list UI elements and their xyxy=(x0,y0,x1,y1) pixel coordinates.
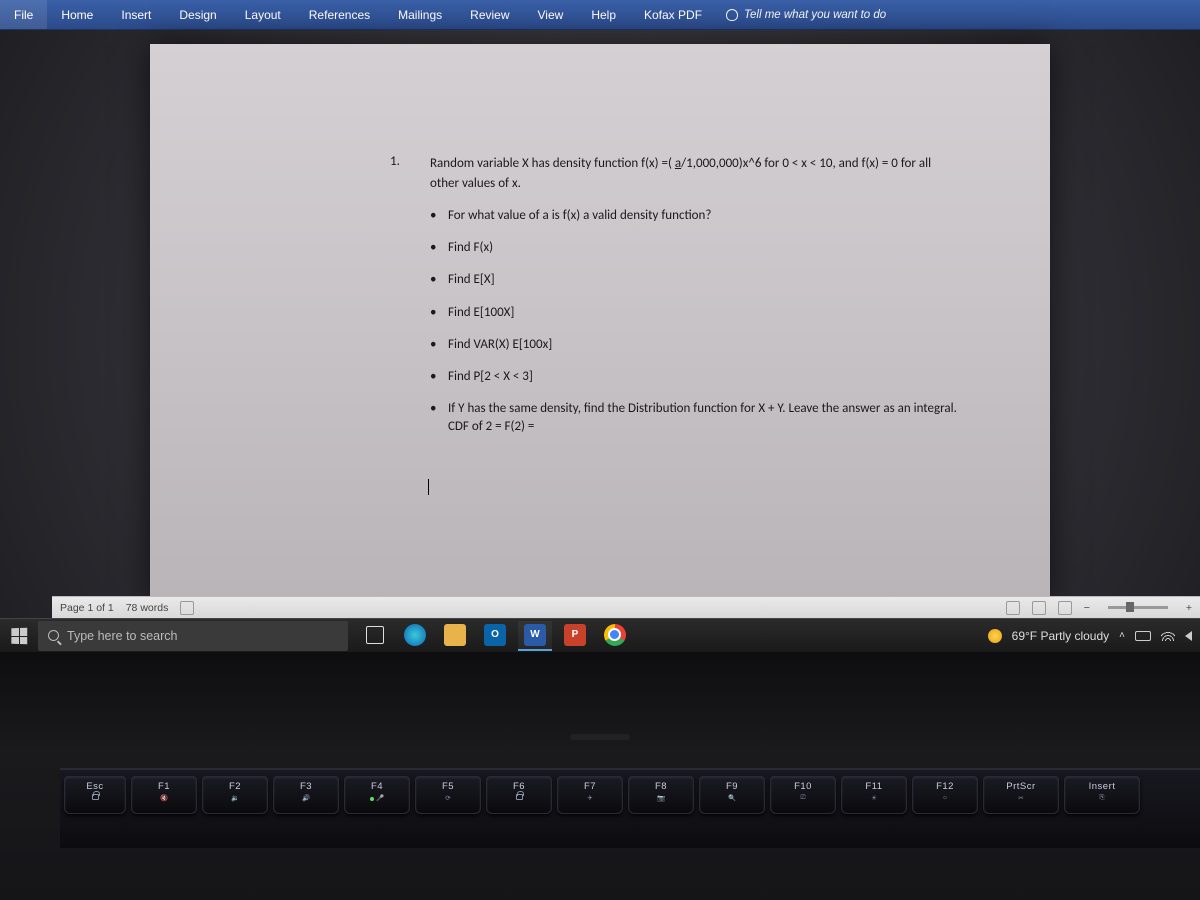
search-icon xyxy=(48,630,59,641)
bullet-7: If Y has the same density, find the Dist… xyxy=(430,400,970,436)
tab-kofax-pdf[interactable]: Kofax PDF xyxy=(630,0,716,29)
zoom-plus[interactable]: + xyxy=(1186,602,1192,614)
lock-icon-2 xyxy=(516,794,523,800)
physical-keyboard: Esc F1🔇 F2🔉 F3🔊 F4🎤 F5⟳ F6 F7✈ F8📷 F9🔍 F… xyxy=(60,768,1200,848)
tab-mailings[interactable]: Mailings xyxy=(384,0,456,29)
weather-icon xyxy=(988,629,1002,643)
zoom-slider[interactable] xyxy=(1108,606,1168,609)
bullet-1: For what value of a is f(x) a valid dens… xyxy=(430,207,970,225)
key-f2: F2🔉 xyxy=(202,776,268,814)
taskbar-apps: O W P xyxy=(358,621,632,651)
edge-icon xyxy=(404,624,426,646)
key-insert: Insert⎘ xyxy=(1064,776,1140,814)
document-page[interactable]: 1. Random variable X has density functio… xyxy=(150,44,1050,604)
read-mode-icon[interactable] xyxy=(1006,601,1020,615)
tab-home[interactable]: Home xyxy=(47,0,107,29)
key-f1: F1🔇 xyxy=(131,776,197,814)
key-f8: F8📷 xyxy=(628,776,694,814)
bullet-3: Find E[X] xyxy=(430,271,970,289)
key-f3: F3🔊 xyxy=(273,776,339,814)
key-f7: F7✈ xyxy=(557,776,623,814)
physical-desk: Esc F1🔇 F2🔉 F3🔊 F4🎤 F5⟳ F6 F7✈ F8📷 F9🔍 F… xyxy=(0,652,1200,900)
key-prtscr: PrtScr✂ xyxy=(983,776,1059,814)
question-text: Random variable X has density function f… xyxy=(430,154,970,193)
web-layout-icon[interactable] xyxy=(1058,601,1072,615)
q-line2: other values of x. xyxy=(430,176,521,191)
wifi-icon[interactable] xyxy=(1161,631,1175,641)
status-bar: Page 1 of 1 78 words − + xyxy=(52,596,1200,618)
question-number: 1. xyxy=(390,154,400,169)
tab-design[interactable]: Design xyxy=(165,0,230,29)
q-part-b: /1,000,000)x^6 for 0 < x < 10, and f(x) … xyxy=(681,156,931,171)
chrome-icon xyxy=(604,624,626,646)
tell-me-search[interactable]: Tell me what you want to do xyxy=(716,9,896,21)
taskbar-word[interactable]: W xyxy=(518,621,552,651)
task-view-icon xyxy=(366,626,384,644)
spellcheck-icon[interactable] xyxy=(180,601,194,615)
status-words[interactable]: 78 words xyxy=(126,602,169,614)
q-part-a: Random variable X has density function f… xyxy=(430,156,675,171)
bullet-5: Find VAR(X) E[100x] xyxy=(430,336,970,354)
key-f12: F12☼ xyxy=(912,776,978,814)
print-layout-icon[interactable] xyxy=(1032,601,1046,615)
lightbulb-icon xyxy=(726,9,738,21)
key-f5: F5⟳ xyxy=(415,776,481,814)
powerpoint-icon: P xyxy=(564,624,586,646)
taskbar-search[interactable]: Type here to search xyxy=(38,621,348,651)
taskbar-powerpoint[interactable]: P xyxy=(558,621,592,651)
question-bullets: For what value of a is f(x) a valid dens… xyxy=(430,207,970,437)
task-view-button[interactable] xyxy=(358,621,392,651)
lock-icon xyxy=(92,794,99,800)
key-f10: F10⎚ xyxy=(770,776,836,814)
ribbon-tabs: File Home Insert Design Layout Reference… xyxy=(0,0,1200,30)
file-explorer-icon xyxy=(444,624,466,646)
bullet-4: Find E[100X] xyxy=(430,304,970,322)
search-placeholder: Type here to search xyxy=(67,629,177,643)
start-button[interactable] xyxy=(0,619,38,652)
tab-review[interactable]: Review xyxy=(456,0,523,29)
tab-insert[interactable]: Insert xyxy=(107,0,165,29)
taskbar-explorer[interactable] xyxy=(438,621,472,651)
taskbar-edge[interactable] xyxy=(398,621,432,651)
bullet-2: Find F(x) xyxy=(430,239,970,257)
taskbar-chrome[interactable] xyxy=(598,621,632,651)
system-tray: 69°F Partly cloudy ˄ xyxy=(980,629,1200,643)
touch-keyboard-icon[interactable] xyxy=(1135,631,1151,641)
status-page[interactable]: Page 1 of 1 xyxy=(60,602,114,614)
key-esc: Esc xyxy=(64,776,126,814)
tell-me-label: Tell me what you want to do xyxy=(744,9,886,21)
key-f11: F11☀ xyxy=(841,776,907,814)
key-f6: F6 xyxy=(486,776,552,814)
tray-overflow-icon[interactable]: ˄ xyxy=(1119,630,1125,641)
tab-view[interactable]: View xyxy=(524,0,578,29)
outlook-icon: O xyxy=(484,624,506,646)
key-f4: F4🎤 xyxy=(344,776,410,814)
windows-logo-icon xyxy=(11,627,27,644)
key-f9: F9🔍 xyxy=(699,776,765,814)
speaker-icon[interactable] xyxy=(1185,631,1192,641)
laptop-hinge xyxy=(570,734,630,740)
bullet-6: Find P[2 < X < 3] xyxy=(430,368,970,386)
tab-references[interactable]: References xyxy=(295,0,384,29)
windows-taskbar: Type here to search O W P 69°F Partly cl… xyxy=(0,618,1200,652)
tab-help[interactable]: Help xyxy=(577,0,630,29)
zoom-minus[interactable]: − xyxy=(1084,602,1090,614)
word-icon: W xyxy=(524,624,546,646)
tab-layout[interactable]: Layout xyxy=(231,0,295,29)
tab-file[interactable]: File xyxy=(0,0,47,29)
text-caret xyxy=(428,479,429,495)
weather-text[interactable]: 69°F Partly cloudy xyxy=(1012,629,1110,643)
taskbar-outlook[interactable]: O xyxy=(478,621,512,651)
